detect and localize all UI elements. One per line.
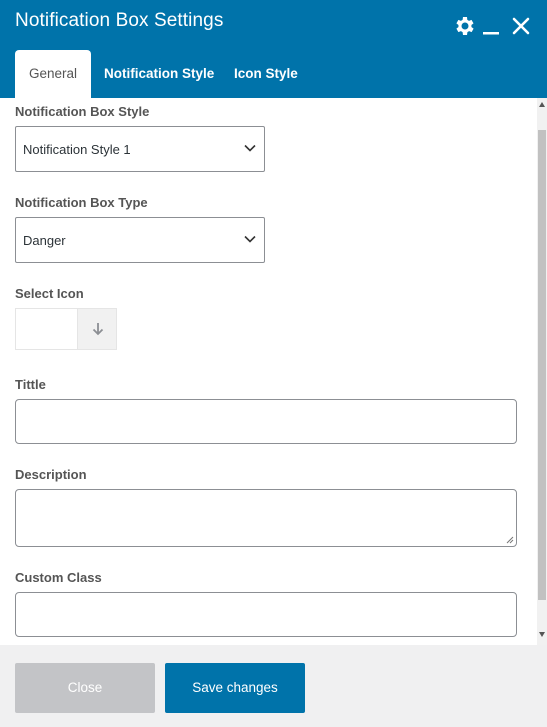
tab-general[interactable]: General [15,50,91,98]
dialog-footer: Close Save changes [0,645,547,727]
chevron-down-icon [244,144,256,152]
box-type-select[interactable]: Danger [15,217,265,263]
close-button[interactable]: Close [15,663,155,713]
scrollbar-thumb[interactable] [538,130,546,600]
icon-preview[interactable] [16,309,77,349]
scrollbar[interactable] [537,98,547,645]
box-style-label: Notification Box Style [15,104,150,119]
close-icon[interactable] [510,14,532,38]
title-input[interactable] [15,399,517,444]
description-label: Description [15,467,87,482]
dialog-title: Notification Box Settings [15,10,224,31]
description-textarea[interactable] [15,489,517,547]
resize-grip-icon[interactable] [506,536,514,544]
dialog-header: Notification Box Settings General Notifi… [0,0,547,98]
save-changes-button[interactable]: Save changes [165,663,305,713]
box-type-label: Notification Box Type [15,195,148,210]
select-icon-label: Select Icon [15,286,84,301]
arrow-down-icon [92,323,104,336]
title-label: Tittle [15,377,46,392]
tab-icon-style[interactable]: Icon Style [234,50,298,98]
box-style-select[interactable]: Notification Style 1 [15,126,265,172]
scroll-up-icon[interactable] [539,102,545,107]
icon-dropdown-button[interactable] [77,309,116,349]
box-style-value: Notification Style 1 [23,142,131,157]
icon-picker[interactable] [15,308,117,350]
settings-form: Notification Box Style Notification Styl… [0,98,537,645]
custom-class-input[interactable] [15,592,517,637]
scroll-down-icon[interactable] [539,632,545,637]
box-type-value: Danger [23,233,66,248]
gear-icon[interactable] [452,14,476,38]
tab-notification-style[interactable]: Notification Style [104,50,214,98]
chevron-down-icon [244,235,256,243]
minimize-icon[interactable] [482,14,500,38]
custom-class-label: Custom Class [15,570,102,585]
